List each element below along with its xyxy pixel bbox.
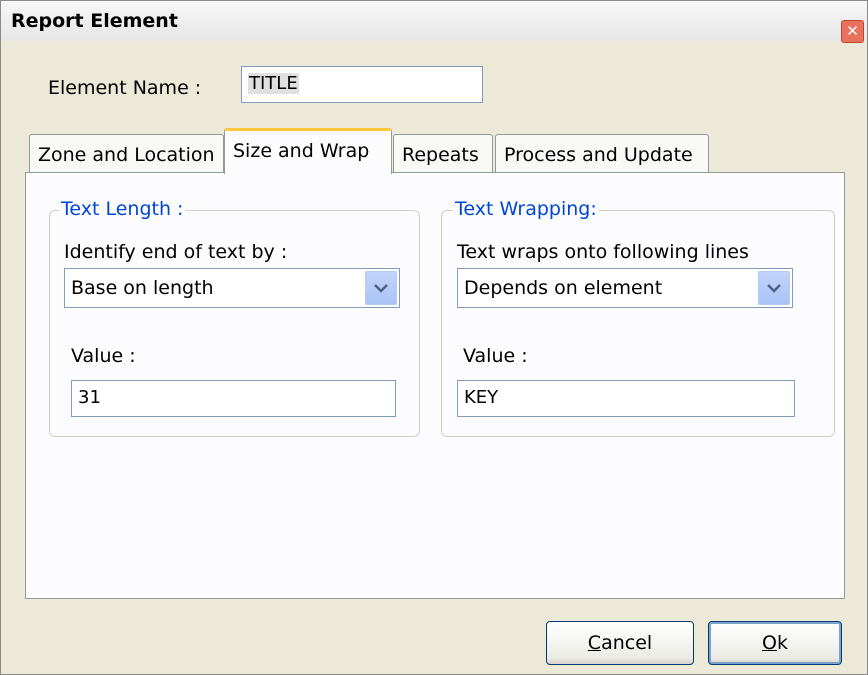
ok-accelerator: O [762, 632, 777, 654]
window-title: Report Element [11, 10, 178, 32]
element-name-value: TITLE [248, 73, 299, 94]
text-length-value-field[interactable]: 31 [71, 380, 396, 417]
cancel-button[interactable]: Cancel [546, 621, 694, 665]
report-element-dialog: Report Element ✕ Element Name : TITLE Zo… [0, 0, 868, 675]
text-wrapping-value: KEY [464, 387, 499, 408]
cancel-accelerator: C [587, 632, 602, 654]
tab-zone-and-location[interactable]: Zone and Location [29, 134, 224, 172]
cancel-label: ancel [601, 632, 653, 654]
tab-process-and-update[interactable]: Process and Update [495, 134, 709, 172]
ok-label: k [776, 632, 788, 654]
title-bar: Report Element ✕ [1, 1, 867, 43]
tab-label: Process and Update [504, 144, 693, 166]
tab-label: Zone and Location [38, 144, 215, 166]
identify-end-select[interactable]: Base on length [64, 268, 400, 308]
identify-end-label: Identify end of text by : [64, 241, 288, 263]
text-length-legend: Text Length : [59, 198, 186, 220]
tab-label: Size and Wrap [233, 140, 370, 162]
identify-end-value: Base on length [71, 277, 214, 299]
text-wraps-select[interactable]: Depends on element [457, 268, 793, 308]
close-icon[interactable]: ✕ [841, 20, 864, 43]
tab-size-and-wrap[interactable]: Size and Wrap [224, 128, 392, 174]
text-wraps-value: Depends on element [464, 277, 663, 299]
element-name-label: Element Name : [48, 77, 202, 99]
chevron-down-icon[interactable] [365, 271, 397, 305]
chevron-down-icon[interactable] [758, 271, 790, 305]
text-wrapping-value-field[interactable]: KEY [457, 380, 795, 417]
text-wrapping-legend: Text Wrapping: [453, 198, 599, 220]
text-wraps-label: Text wraps onto following lines [457, 241, 749, 263]
element-name-field[interactable]: TITLE [241, 66, 483, 103]
text-length-value-label: Value : [71, 345, 136, 367]
tab-label: Repeats [402, 144, 479, 166]
text-wrapping-value-label: Value : [463, 345, 528, 367]
tab-repeats[interactable]: Repeats [393, 134, 493, 172]
text-length-value: 31 [78, 387, 101, 408]
ok-button[interactable]: Ok [708, 621, 842, 665]
